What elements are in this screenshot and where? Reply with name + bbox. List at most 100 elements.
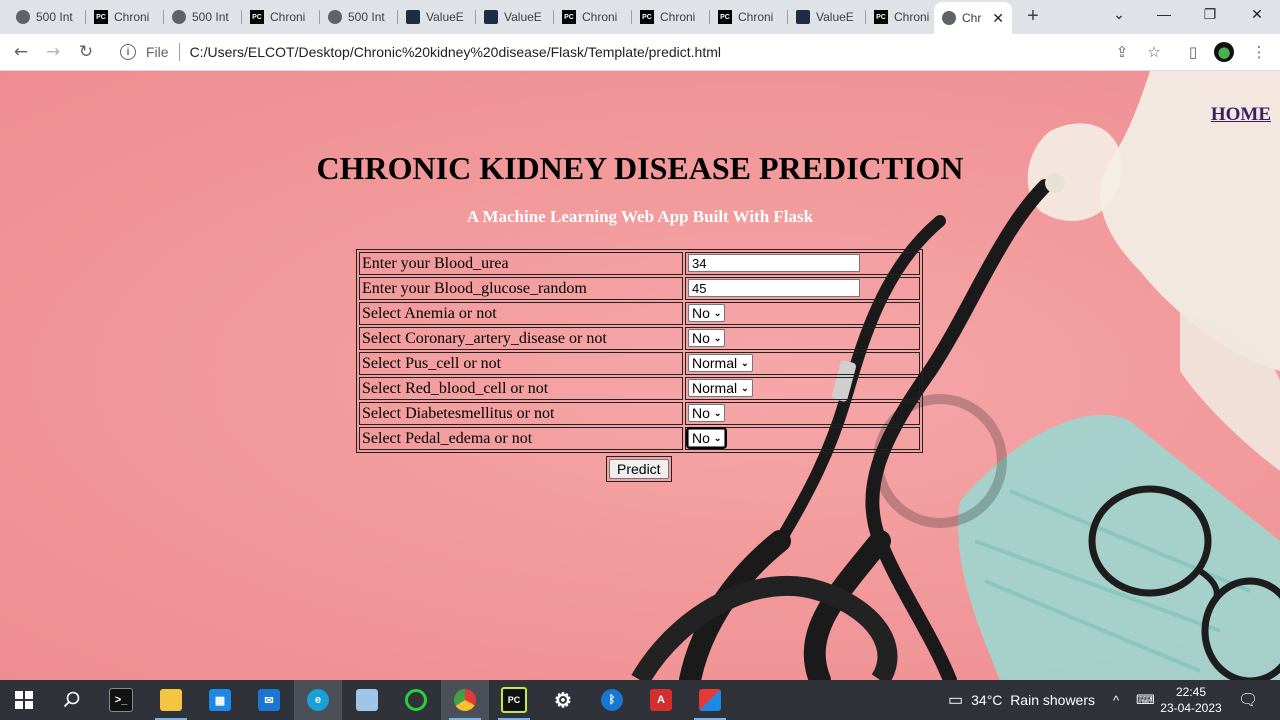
system-clock[interactable]: 22:45 23-04-2023 (1160, 684, 1222, 716)
globe-icon (172, 10, 186, 24)
chevron-down-icon: ⌄ (741, 382, 749, 393)
field-label: Select Pus_cell or not (359, 352, 683, 375)
form-row: Select Coronary_artery_disease or not No… (359, 327, 920, 350)
taskbar-mail[interactable]: ✉ (245, 680, 293, 720)
avatar[interactable]: ● (1214, 42, 1234, 62)
pycharm-icon: PC (562, 10, 576, 24)
pycharm-icon: PC (874, 10, 888, 24)
chevron-down-icon: ⌄ (713, 332, 722, 343)
windows-logo-icon (15, 691, 33, 709)
anemia-select[interactable]: No ⌄ (688, 304, 726, 322)
taskbar-file-explorer[interactable] (147, 680, 195, 720)
close-tab-icon[interactable]: ✕ (992, 10, 1004, 27)
taskbar: >_ ▦ ✉ e PC ⚙ ᛒ A ▭ 34°C Rain showers ^ … (0, 680, 1280, 720)
browser-tab[interactable]: PC Chroni (632, 4, 710, 30)
taskbar-settings[interactable]: ⚙ (539, 680, 587, 720)
field-label: Enter your Blood_urea (359, 252, 683, 275)
browser-tab[interactable]: PC Chroni (554, 4, 632, 30)
valueeducation-icon (796, 10, 810, 24)
mail-icon: ✉ (258, 689, 280, 711)
taskbar-app-green[interactable] (392, 680, 440, 720)
chevron-down-icon: ⌄ (713, 407, 722, 418)
restore-button[interactable]: ❐ (1198, 6, 1222, 23)
blood-glucose-random-input[interactable] (688, 279, 860, 298)
browser-tab[interactable]: PC Chroni (242, 4, 320, 30)
field-label: Select Pedal_edema or not (359, 427, 683, 450)
chevron-down-icon: ⌄ (713, 432, 722, 443)
browser-tab[interactable]: ValueE (398, 4, 476, 30)
browser-tab[interactable]: 500 Int (320, 4, 398, 30)
page-subtitle: A Machine Learning Web App Built With Fl… (466, 207, 814, 226)
form-row: Select Anemia or not No ⌄ (359, 302, 920, 325)
form-row: Select Pus_cell or not Normal ⌄ (359, 352, 920, 375)
browser-tab[interactable]: ValueE (476, 4, 554, 30)
notifications-icon[interactable]: 🗨 (1238, 680, 1258, 720)
taskbar-edge[interactable]: e (294, 680, 342, 720)
browser-tab[interactable]: PC Chroni (710, 4, 788, 30)
browser-tab[interactable]: 500 Int (8, 4, 86, 30)
taskbar-chrome[interactable] (441, 680, 489, 720)
home-link[interactable]: HOME (1211, 104, 1271, 126)
bookmark-star-icon[interactable]: ☆ (1144, 42, 1164, 62)
pedal-edema-select[interactable]: No ⌄ (685, 427, 728, 449)
coronary-artery-disease-select[interactable]: No ⌄ (688, 329, 726, 347)
taskbar-bluetooth[interactable]: ᛒ (588, 680, 636, 720)
share-icon[interactable]: ⇪ (1112, 42, 1132, 62)
new-tab-button[interactable]: + (1022, 6, 1044, 28)
field-label: Enter your Blood_glucose_random (359, 277, 683, 300)
show-hidden-icons-chevron-icon[interactable]: ^ (1113, 680, 1119, 720)
pdf-icon: A (650, 689, 672, 711)
browser-tab[interactable]: ValueE (788, 4, 866, 30)
tab-search-chevron-icon[interactable]: ⌄ (1107, 6, 1131, 23)
taskbar-notepad[interactable] (343, 680, 391, 720)
valueeducation-icon (484, 10, 498, 24)
taskbar-store[interactable]: ▦ (196, 680, 244, 720)
diabetesmellitus-select[interactable]: No ⌄ (688, 404, 726, 422)
search-button[interactable] (48, 680, 96, 720)
terminal-icon: >_ (109, 688, 133, 712)
side-panel-icon[interactable]: ▯ (1183, 42, 1203, 62)
reload-button[interactable]: ↻ (76, 42, 96, 62)
menu-kebab-icon[interactable]: ⋮ (1249, 42, 1269, 62)
back-button[interactable]: ← (11, 42, 31, 62)
taskbar-app-multicolor[interactable] (686, 680, 734, 720)
pus-cell-select[interactable]: Normal ⌄ (688, 354, 753, 372)
address-bar[interactable]: i File C:/Users/ELCOT/Desktop/Chronic%20… (112, 38, 1172, 66)
pycharm-icon: PC (250, 10, 264, 24)
url-text[interactable]: C:/Users/ELCOT/Desktop/Chronic%20kidney%… (190, 44, 721, 60)
chevron-down-icon: ⌄ (713, 307, 722, 318)
folder-icon (160, 689, 182, 711)
predict-button[interactable]: Predict (609, 459, 669, 479)
form-row: Enter your Blood_glucose_random (359, 277, 920, 300)
edge-icon: e (307, 689, 329, 711)
minimize-button[interactable]: — (1152, 6, 1176, 22)
browser-tab[interactable]: 500 Int (164, 4, 242, 30)
blood-urea-input[interactable] (688, 254, 860, 273)
search-icon (63, 691, 80, 708)
globe-icon (328, 10, 342, 24)
pycharm-icon: PC (94, 10, 108, 24)
network-icon[interactable]: ⌨ (1136, 680, 1155, 720)
taskbar-pycharm[interactable]: PC (490, 680, 538, 720)
red-blood-cell-select[interactable]: Normal ⌄ (688, 379, 753, 397)
gear-icon: ⚙ (554, 689, 572, 712)
close-window-button[interactable]: ✕ (1245, 6, 1269, 23)
pycharm-icon: PC (501, 687, 527, 713)
info-icon[interactable]: i (120, 44, 136, 60)
browser-tab[interactable]: PC Chroni (866, 4, 934, 30)
field-label: Select Coronary_artery_disease or not (359, 327, 683, 350)
form-row: Select Pedal_edema or not No ⌄ (359, 427, 920, 450)
forward-button[interactable]: → (43, 42, 63, 62)
browser-toolbar: ← → ↻ i File C:/Users/ELCOT/Desktop/Chro… (0, 34, 1280, 71)
bluetooth-icon: ᛒ (601, 689, 623, 711)
browser-tab-active[interactable]: Chr ✕ (934, 2, 1012, 34)
weather-widget[interactable]: ▭ 34°C Rain showers (948, 680, 1095, 720)
form-row: Enter your Blood_urea (359, 252, 920, 275)
chrome-icon (454, 689, 476, 711)
windows-start-button[interactable] (0, 680, 48, 720)
pycharm-icon: PC (640, 10, 654, 24)
valueeducation-icon (406, 10, 420, 24)
taskbar-terminal[interactable]: >_ (97, 680, 145, 720)
taskbar-acrobat[interactable]: A (637, 680, 685, 720)
browser-tab[interactable]: PC Chroni (86, 4, 164, 30)
